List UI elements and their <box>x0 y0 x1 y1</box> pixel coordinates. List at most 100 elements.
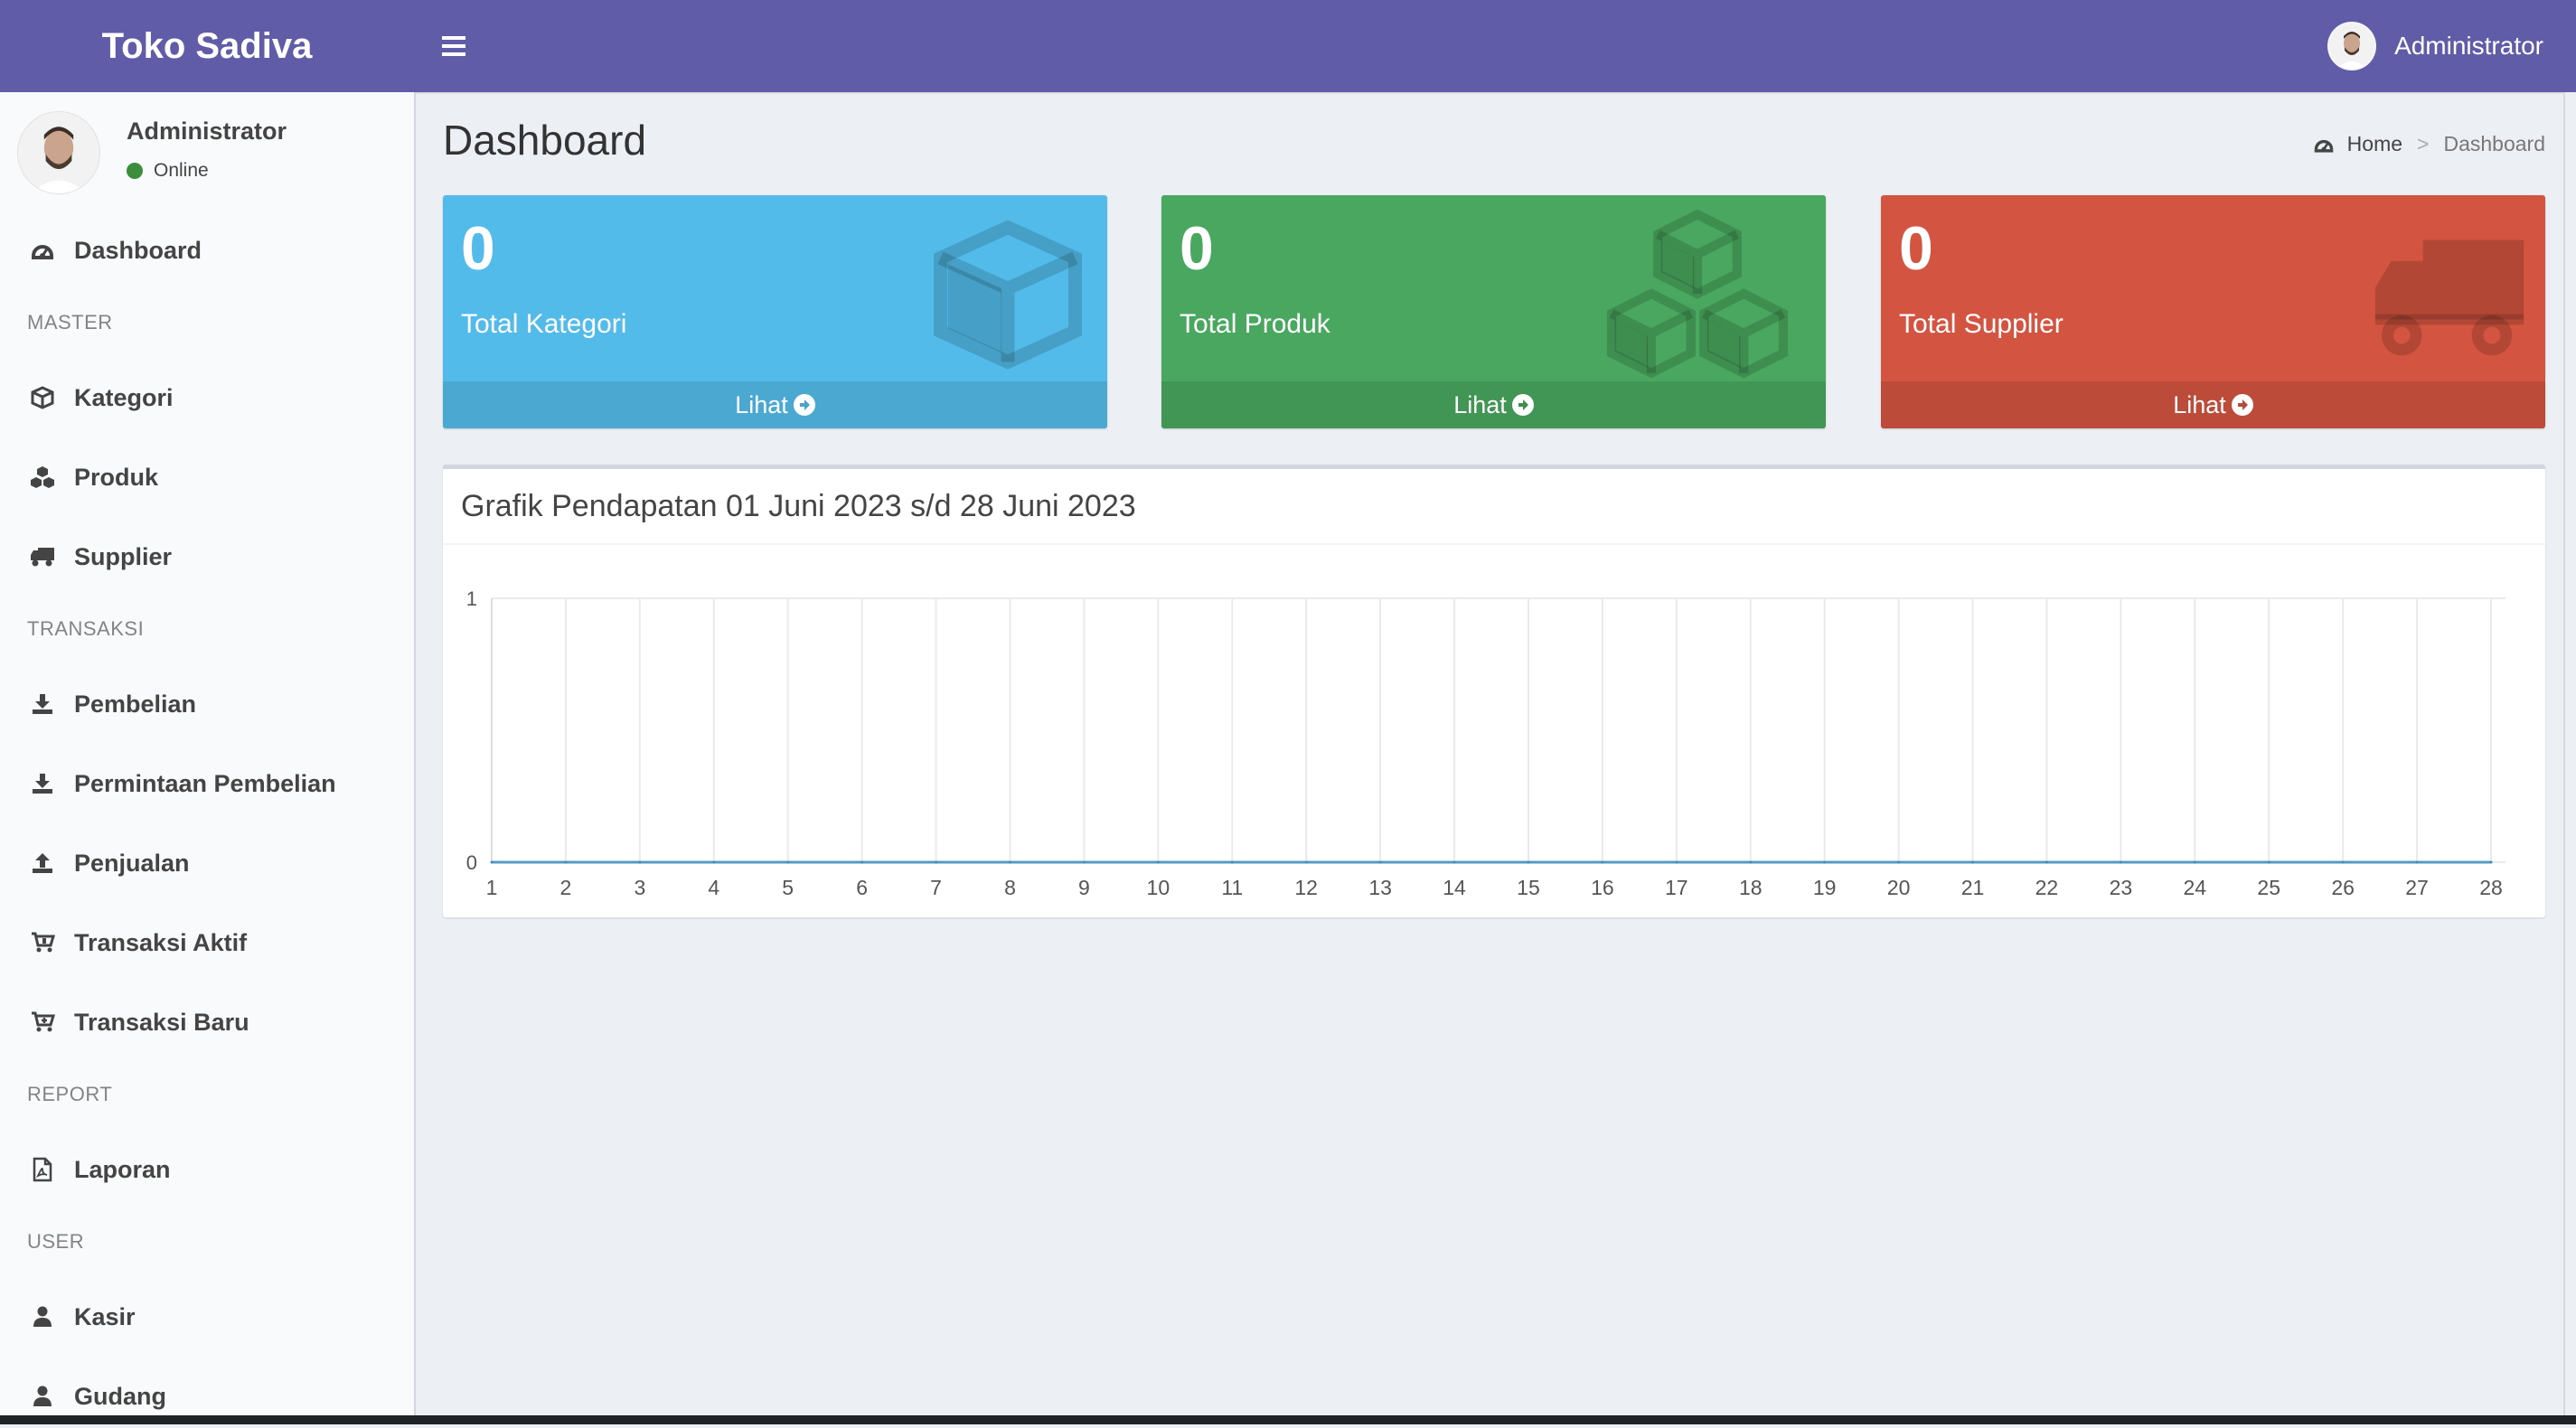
avatar <box>2327 22 2377 70</box>
data-point <box>1378 860 1382 864</box>
breadcrumb-home[interactable]: Home <box>2313 132 2402 156</box>
data-point <box>2341 860 2345 864</box>
revenue-line-chart: 011 2 3 4 5 6 7 8 9 10 11 12 13 14 15 16 17 18 19 20 21 22 23 2… <box>466 587 2505 899</box>
stat-link-kategori[interactable]: Lihat <box>443 381 1107 428</box>
arrow-circle-right-icon <box>2231 394 2253 416</box>
arrow-circle-right-icon <box>793 394 815 416</box>
stat-link-label: Lihat <box>1453 390 1507 418</box>
stat-value: 0 <box>1899 214 1933 283</box>
panel-divider <box>443 543 2545 545</box>
user-menu-name: Administrator <box>2394 32 2543 60</box>
sidebar-item-pembelian[interactable]: Pembelian <box>0 672 412 736</box>
x-tick-label: 24 <box>2183 876 2206 899</box>
download-icon <box>27 768 58 799</box>
sidebar-item-label: Supplier <box>74 542 173 570</box>
online-status[interactable]: Online <box>127 160 287 182</box>
sidebar-item-penjualan[interactable]: Penjualan <box>0 831 412 895</box>
x-tick-label: 2 <box>560 876 572 899</box>
brand-logo[interactable]: Toko Sadiva <box>0 0 414 92</box>
sidebar-item-label: Transaksi Baru <box>74 1008 249 1036</box>
data-point <box>1971 860 1975 864</box>
x-tick-label: 16 <box>1591 876 1614 899</box>
data-point <box>1230 860 1234 864</box>
sidebar-item-transaksi-aktif[interactable]: Transaksi Aktif <box>0 911 412 974</box>
page-scrollbar[interactable] <box>2563 92 2576 1415</box>
breadcrumb-separator: > <box>2417 132 2430 155</box>
x-tick-label: 19 <box>1813 876 1837 899</box>
sidebar-item-label: Permintaan Pembelian <box>74 769 336 797</box>
x-tick-label: 11 <box>1221 876 1243 899</box>
online-dot-icon <box>127 163 143 179</box>
cube-icon <box>27 382 58 413</box>
x-tick-label: 15 <box>1517 876 1540 899</box>
sidebar-item-produk[interactable]: Produk <box>0 446 412 509</box>
x-tick-label: 21 <box>1961 876 1985 899</box>
x-tick-label: 12 <box>1294 876 1318 899</box>
sidebar-item-permintaan-pembelian[interactable]: Permintaan Pembelian <box>0 752 412 815</box>
sidebar-item-kasir[interactable]: Kasir <box>0 1285 412 1348</box>
online-status-label: Online <box>154 160 209 181</box>
sidebar-header-master: MASTER <box>27 311 113 334</box>
x-tick-label: 27 <box>2405 876 2429 899</box>
y-tick-label: 0 <box>466 851 477 874</box>
sidebar-item-dashboard[interactable]: Dashboard <box>0 219 412 282</box>
data-point <box>2415 860 2419 864</box>
stat-box-produk: 0 Total Produk Lihat <box>1161 195 1826 428</box>
sidebar-item-label: Gudang <box>74 1382 166 1410</box>
x-tick-label: 18 <box>1739 876 1763 899</box>
sidebar-item-transaksi-baru[interactable]: Transaksi Baru <box>0 991 412 1054</box>
x-tick-label: 9 <box>1078 876 1090 899</box>
sidebar-item-label: Laporan <box>74 1155 171 1183</box>
data-point <box>1156 860 1160 864</box>
sidebar-toggle-button[interactable] <box>434 23 474 69</box>
stat-box-supplier: 0 Total Supplier Lihat <box>1881 195 2545 428</box>
sidebar-item-label: Pembelian <box>74 690 197 718</box>
stat-link-label: Lihat <box>2173 390 2226 418</box>
x-tick-label: 10 <box>1147 876 1170 899</box>
sidebar-item-label: Transaksi Aktif <box>74 928 248 956</box>
sidebar-item-supplier[interactable]: Supplier <box>0 525 412 588</box>
x-tick-label: 26 <box>2331 876 2355 899</box>
cube-icon <box>928 215 1087 379</box>
data-point <box>1749 860 1753 864</box>
chart-title: Grafik Pendapatan 01 Juni 2023 s/d 28 Ju… <box>461 489 1136 523</box>
truck-icon <box>2370 233 2529 368</box>
user-menu[interactable]: Administrator <box>2327 0 2543 92</box>
cubes-icon <box>27 462 58 493</box>
data-point <box>1675 860 1678 864</box>
data-point <box>1304 860 1308 864</box>
data-point <box>935 860 938 864</box>
upload-icon <box>27 848 58 878</box>
stat-value: 0 <box>461 214 495 283</box>
data-point <box>2489 860 2493 864</box>
stat-link-label: Lihat <box>735 390 788 418</box>
stat-label: Total Supplier <box>1899 309 2064 339</box>
cart-icon <box>27 927 58 958</box>
data-point <box>2267 860 2270 864</box>
sidebar-item-kategori[interactable]: Kategori <box>0 366 412 429</box>
cart-plus-icon <box>27 1007 58 1038</box>
dashboard-icon <box>2313 135 2335 155</box>
sidebar-item-label: Penjualan <box>74 849 190 877</box>
data-point <box>638 860 642 864</box>
x-tick-label: 20 <box>1887 876 1911 899</box>
stat-link-supplier[interactable]: Lihat <box>1881 381 2545 428</box>
x-tick-label: 17 <box>1665 876 1688 899</box>
stat-label: Total Kategori <box>461 309 627 339</box>
data-point <box>2045 860 2048 864</box>
data-point <box>2119 860 2122 864</box>
breadcrumb: Home > Dashboard <box>2313 132 2545 156</box>
x-tick-label: 6 <box>856 876 868 899</box>
breadcrumb-current: Dashboard <box>2443 132 2545 155</box>
user-panel: Administrator Online <box>18 112 287 193</box>
sidebar-item-laporan[interactable]: Laporan <box>0 1138 412 1201</box>
x-tick-label: 13 <box>1368 876 1392 899</box>
sidebar-header-user: USER <box>27 1230 85 1253</box>
data-point <box>712 860 716 864</box>
x-tick-label: 28 <box>2479 876 2503 899</box>
data-point <box>1897 860 1901 864</box>
x-tick-label: 3 <box>634 876 645 899</box>
stat-label: Total Produk <box>1180 309 1330 339</box>
data-point <box>1823 860 1827 864</box>
stat-link-produk[interactable]: Lihat <box>1161 381 1826 428</box>
